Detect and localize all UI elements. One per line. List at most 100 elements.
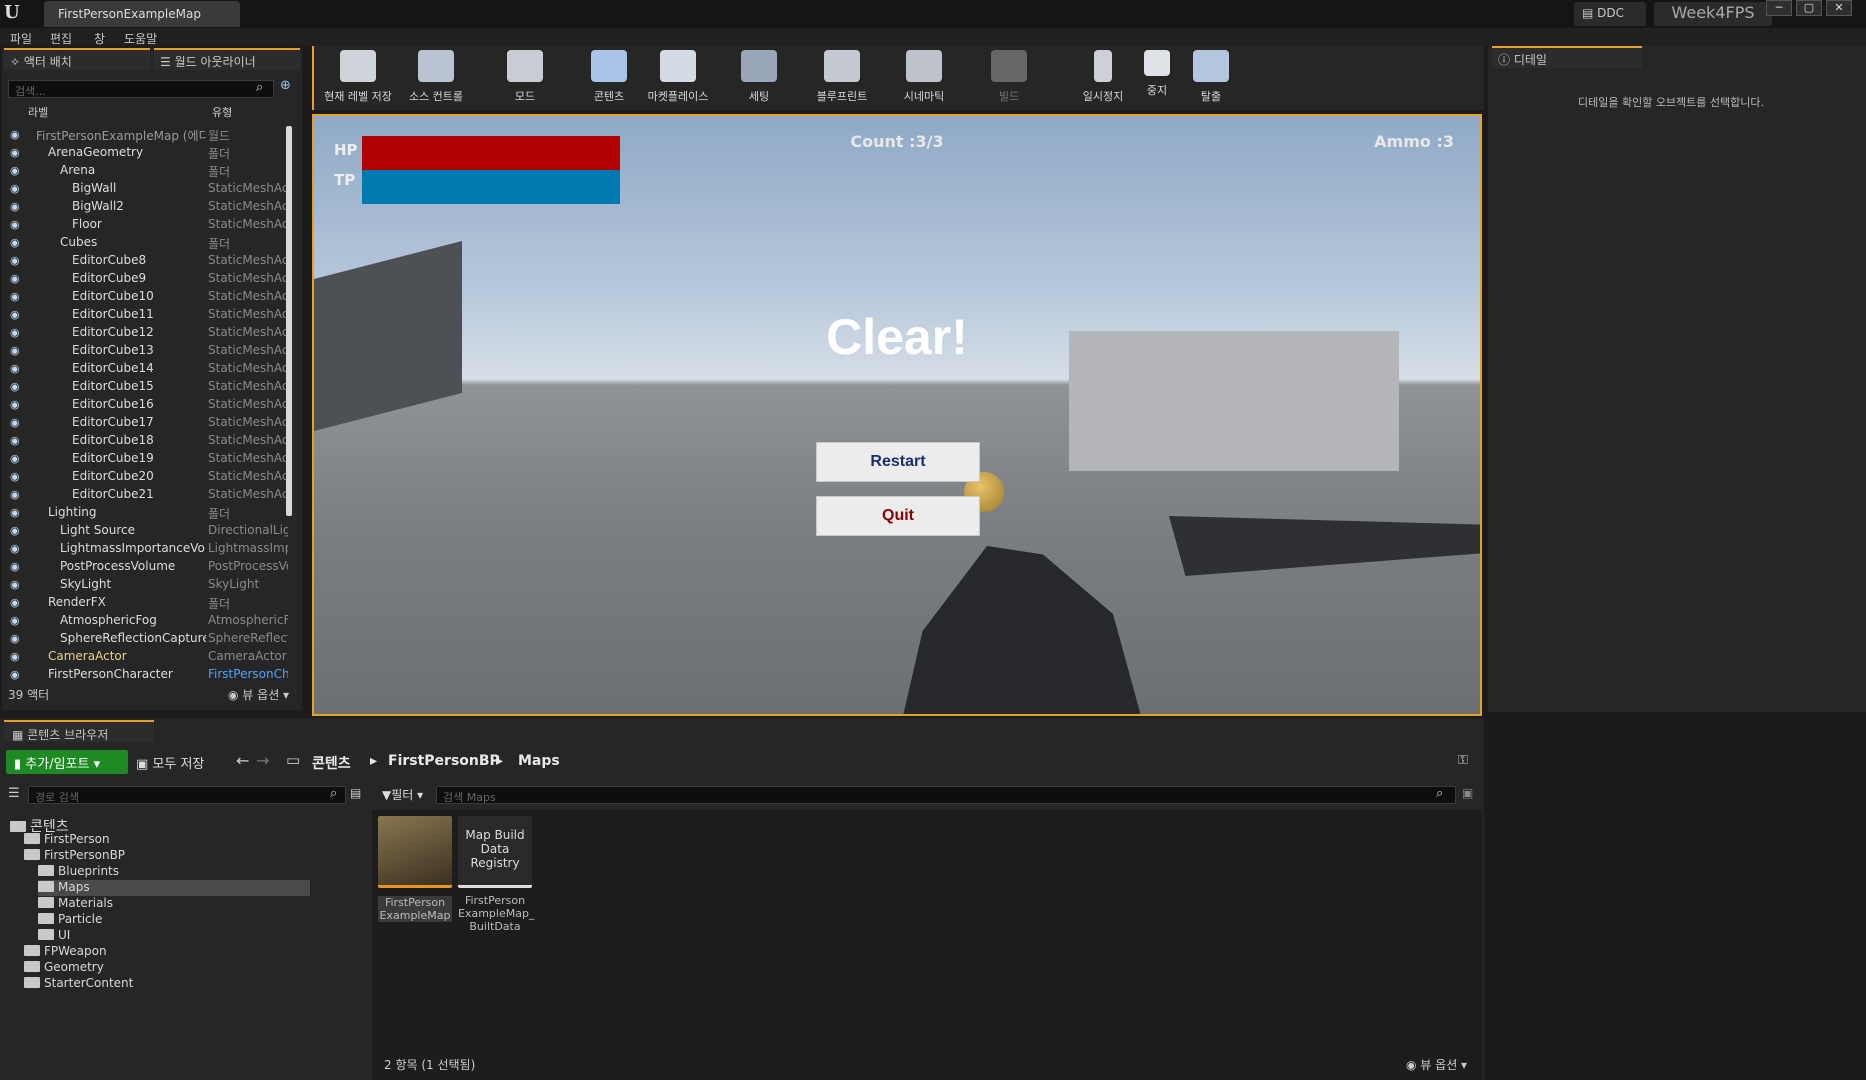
tab-details[interactable]: ⓘ 디테일 [1492, 46, 1642, 68]
cinematics-button[interactable]: 시네마틱 [894, 50, 954, 104]
outliner-row[interactable]: ◉ EditorCube16 StaticMeshActor [6, 396, 288, 414]
back-arrow-icon[interactable]: ← [236, 751, 249, 770]
tab-content-browser[interactable]: ▦ 콘텐츠 브라우저 [4, 720, 154, 742]
lock-icon[interactable]: ⚿ [1458, 753, 1468, 768]
list-view-icon[interactable]: ▤ [350, 786, 361, 800]
add-actor-icon[interactable]: ⊕ [280, 78, 291, 93]
outliner-row[interactable]: ◉ LightmassImportanceVolumeLightmassImpor… [6, 540, 288, 558]
menu-edit[interactable]: 편집 [50, 30, 72, 47]
outliner-row[interactable]: ◉ EditorCube10 StaticMeshActor [6, 288, 288, 306]
eject-button[interactable]: 탈출 [1186, 50, 1236, 104]
outliner-row[interactable]: ◉ SphereReflectionCaptureSphereReflection… [6, 630, 288, 648]
outliner-row[interactable]: ◉ Cubes 폴더 [6, 234, 286, 252]
document-tab[interactable]: FirstPersonExampleMap [44, 1, 240, 27]
folder-tree-item[interactable]: FirstPersonBP [24, 848, 125, 864]
outliner-row[interactable]: ◉ Lighting 폴더 [6, 504, 286, 522]
build-button[interactable]: 빌드 [984, 50, 1034, 104]
content-button[interactable]: 콘텐츠 [584, 50, 634, 104]
visibility-eye-icon[interactable]: ◉ [10, 272, 24, 285]
visibility-eye-icon[interactable]: ◉ [10, 506, 24, 519]
maximize-button[interactable]: ▢ [1796, 0, 1822, 16]
outliner-row[interactable]: ◉ EditorCube18 StaticMeshActor [6, 432, 288, 450]
outliner-scrollbar[interactable] [286, 126, 292, 516]
folder-tree-item[interactable]: Geometry [24, 960, 104, 976]
visibility-eye-icon[interactable]: ◉ [10, 182, 24, 195]
outliner-row[interactable]: ◉ Light Source DirectionalLight [6, 522, 288, 540]
visibility-eye-icon[interactable]: ◉ [10, 218, 24, 231]
visibility-eye-icon[interactable]: ◉ [10, 290, 24, 303]
visibility-eye-icon[interactable]: ◉ [10, 596, 24, 609]
menu-file[interactable]: 파일 [10, 30, 32, 47]
restart-button[interactable]: Restart [816, 442, 980, 482]
outliner-row[interactable]: ◉ Arena 폴더 [6, 162, 286, 180]
tab-world-outliner[interactable]: ☰ 월드 아웃라이너 [154, 48, 300, 70]
visibility-eye-icon[interactable]: ◉ [10, 146, 24, 159]
outliner-row[interactable]: ◉ EditorCube9 StaticMeshActor [6, 270, 288, 288]
outliner-row[interactable]: ◉ EditorCube21 StaticMeshActor [6, 486, 288, 504]
breadcrumb-maps[interactable]: Maps [518, 753, 560, 769]
outliner-view-options[interactable]: ◉ 뷰 옵션 ▾ [228, 686, 289, 703]
asset-tile-builtdata[interactable]: Map Build Data Registry FirstPerson Exam… [458, 816, 534, 933]
breadcrumb-content[interactable]: 콘텐츠 [312, 753, 351, 773]
tab-place-actors[interactable]: ✧ 액터 배치 [4, 48, 150, 70]
visibility-eye-icon[interactable]: ◉ [10, 308, 24, 321]
column-label-header[interactable]: 라벨 [28, 104, 48, 120]
visibility-eye-icon[interactable]: ◉ [10, 254, 24, 267]
outliner-row[interactable]: ◉ Floor StaticMeshActor [6, 216, 288, 234]
folder-tree-item[interactable]: 콘텐츠 [10, 816, 69, 835]
visibility-eye-icon[interactable]: ◉ [10, 578, 24, 591]
asset-tile-map[interactable]: FirstPerson ExampleMap [378, 816, 452, 922]
game-viewport[interactable]: HP TP Count :3/3 Ammo :3 Clear! Restart … [312, 114, 1482, 716]
folder-tree-item[interactable]: Materials [38, 896, 113, 912]
sources-toggle-icon[interactable]: ☰ [8, 786, 20, 801]
visibility-eye-icon[interactable]: ◉ [10, 164, 24, 177]
visibility-eye-icon[interactable]: ◉ [10, 380, 24, 393]
breadcrumb-firstpersonbp[interactable]: FirstPersonBP [388, 753, 500, 769]
outliner-row[interactable]: ◉ EditorCube19 StaticMeshActor [6, 450, 288, 468]
folder-tree-item[interactable]: Particle [38, 912, 102, 928]
visibility-eye-icon[interactable]: ◉ [10, 470, 24, 483]
visibility-eye-icon[interactable]: ◉ [10, 416, 24, 429]
outliner-row[interactable]: ◉ AtmosphericFog AtmosphericFog [6, 612, 288, 630]
folder-tree-item[interactable]: Blueprints [38, 864, 119, 880]
visibility-eye-icon[interactable]: ◉ [10, 452, 24, 465]
outliner-row[interactable]: ◉ EditorCube13 StaticMeshActor [6, 342, 288, 360]
menu-window[interactable]: 창 [94, 30, 105, 47]
outliner-row[interactable]: ◉ SkyLight SkyLight [6, 576, 286, 594]
visibility-eye-icon[interactable]: ◉ [10, 524, 24, 537]
visibility-eye-icon[interactable]: ◉ [10, 434, 24, 447]
filter-button[interactable]: ▼필터 ▾ [382, 786, 423, 803]
visibility-eye-icon[interactable]: ◉ [10, 542, 24, 555]
outliner-row[interactable]: ◉ FirstPersonCharacter FirstPersonCharacte… [6, 666, 288, 684]
column-type-header[interactable]: 유형 [212, 104, 232, 120]
forward-arrow-icon[interactable]: → [256, 751, 269, 770]
save-search-icon[interactable]: ▣ [1462, 786, 1473, 800]
folder-tree-item[interactable]: StarterContent [24, 976, 133, 992]
ddc-button[interactable]: ▤ DDC [1574, 2, 1646, 26]
visibility-eye-icon[interactable]: ◉ [10, 650, 24, 663]
visibility-eye-icon[interactable]: ◉ [10, 200, 24, 213]
stop-button[interactable]: 중지 [1132, 50, 1182, 98]
outliner-row[interactable]: ◉ PostProcessVolume PostProcessVolume [6, 558, 288, 576]
visibility-eye-icon[interactable]: ◉ [10, 632, 24, 645]
blueprints-button[interactable]: 블루프린트 [810, 50, 874, 104]
content-view-options[interactable]: ◉ 뷰 옵션 ▾ [1406, 1056, 1467, 1073]
source-control-button[interactable]: 소스 컨트롤 [400, 50, 472, 104]
outliner-search-input[interactable]: 검색... [8, 80, 274, 98]
visibility-eye-icon[interactable]: ◉ [10, 488, 24, 501]
save-level-button[interactable]: 현재 레벨 저장 [320, 50, 396, 104]
add-import-button[interactable]: ▮ 추가/임포트 ▾ [6, 750, 128, 774]
minimize-button[interactable]: ─ [1766, 0, 1792, 16]
marketplace-button[interactable]: 마켓플레이스 [640, 50, 716, 104]
visibility-eye-icon[interactable]: ◉ [10, 362, 24, 375]
outliner-row[interactable]: ◉ EditorCube20 StaticMeshActor [6, 468, 288, 486]
asset-search-input[interactable]: 검색 Maps [436, 786, 1456, 804]
folder-tree-item[interactable]: UI [38, 928, 70, 944]
outliner-row[interactable]: ◉ CameraActor CameraActor [6, 648, 287, 666]
path-search-input[interactable]: 경로 검색 [28, 786, 346, 804]
folder-tree-item[interactable]: FirstPerson [24, 832, 110, 848]
outliner-row[interactable]: ◉ EditorCube17 StaticMeshActor [6, 414, 288, 432]
visibility-eye-icon[interactable]: ◉ [10, 398, 24, 411]
outliner-row[interactable]: ◉ BigWall2 StaticMeshActor [6, 198, 288, 216]
folder-tree-item[interactable]: Maps [38, 880, 310, 896]
